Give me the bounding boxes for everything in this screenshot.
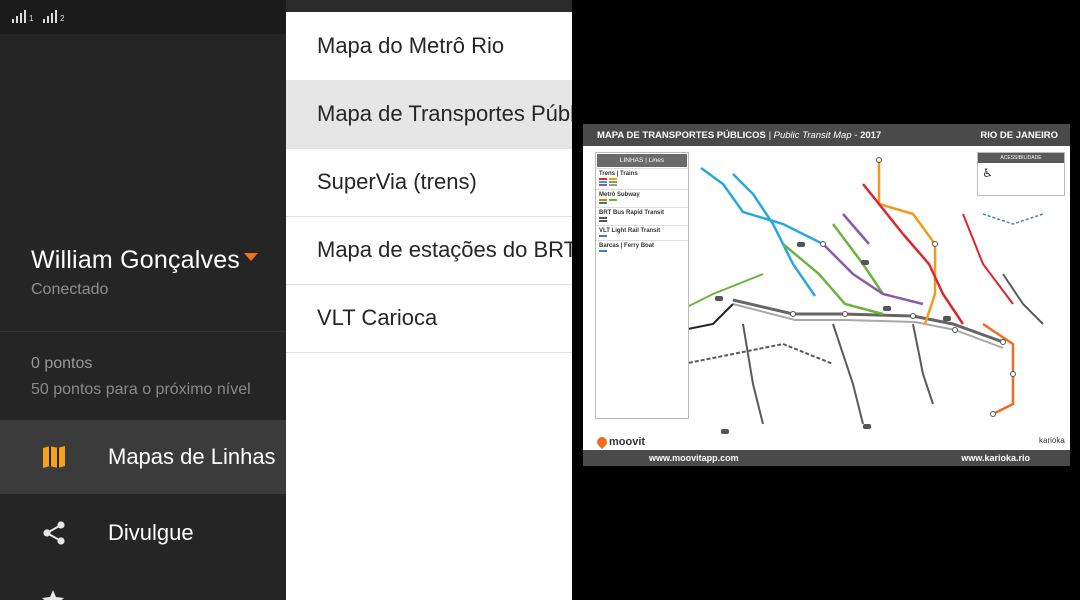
divider <box>0 331 286 332</box>
list-item-label: Mapa de Transportes Públicos <box>317 101 572 126</box>
next-level-hint: 50 pontos para o próximo nível <box>31 381 251 398</box>
legend-brt: BRT Bus Rapid Transit <box>596 207 688 225</box>
account-switcher[interactable]: William Gonçalves <box>31 246 259 275</box>
list-item-vlt-map[interactable]: VLT Carioca <box>286 284 572 353</box>
accessibility-title: ACESSIBILIDADE <box>978 153 1064 163</box>
menu-item-line-maps[interactable]: Mapas de Linhas <box>0 420 286 494</box>
legend-vlt: VLT Light Rail Transit <box>596 225 688 240</box>
legend-trains: Trens | Trains <box>596 168 688 189</box>
top-bar <box>286 0 572 12</box>
list-item-label: VLT Carioca <box>317 305 438 330</box>
list-item-public-transport-map[interactable]: Mapa de Transportes Públicos <box>286 80 572 149</box>
map-viewer: MAPA DE TRANSPORTES PÚBLICOS | Public Tr… <box>572 0 1080 600</box>
star-icon <box>42 590 64 600</box>
legend-title: LINHAS <box>619 157 644 164</box>
list-item-label: Mapa de estações do BRT <box>317 237 572 262</box>
list-item-label: Mapa do Metrô Rio <box>317 33 505 58</box>
karioka-url: www.karioka.rio <box>961 453 1030 463</box>
dropdown-caret-icon[interactable] <box>244 253 259 262</box>
status-bar: 1 2 <box>0 0 286 34</box>
list-item-supervia-map[interactable]: SuperVia (trens) <box>286 148 572 217</box>
map-footer: www.moovitapp.com www.karioka.rio <box>583 450 1070 466</box>
share-icon <box>0 520 108 546</box>
transit-map-image[interactable]: MAPA DE TRANSPORTES PÚBLICOS | Public Tr… <box>583 124 1070 466</box>
sim2-signal-icon: 2 <box>43 10 64 23</box>
menu-item-label: Divulgue <box>108 520 194 545</box>
wheelchair-icon: ♿ <box>982 166 993 180</box>
user-name: William Gonçalves <box>31 246 241 274</box>
sim1-signal-icon: 1 <box>12 10 33 23</box>
navigation-drawer: 1 2 William Gonçalves Conectado 0 pontos… <box>0 0 286 600</box>
map-legend: LINHAS | Lines Trens | Trains Metrô Subw… <box>595 152 689 419</box>
list-item-brt-map[interactable]: Mapa de estações do BRT <box>286 216 572 285</box>
map-list-screen: Mapa do Metrô Rio Mapa de Transportes Pú… <box>286 0 572 600</box>
points-count: 0 pontos <box>31 355 93 372</box>
legend-title-en: | Lines <box>645 157 665 164</box>
menu-item-label: Mapas de Linhas <box>108 444 276 469</box>
legend-ferry: Barcas | Ferry Boat <box>596 240 688 255</box>
list-item-metro-map[interactable]: Mapa do Metrô Rio <box>286 12 572 81</box>
karioka-logo: karioka <box>1039 436 1065 445</box>
menu-item-share[interactable]: Divulgue <box>0 496 286 570</box>
map-icon <box>0 445 108 469</box>
accessibility-box: ACESSIBILIDADE ♿ <box>977 152 1065 196</box>
moovit-url: www.moovitapp.com <box>649 453 739 463</box>
list-item-label: SuperVia (trens) <box>317 169 477 194</box>
moovit-logo: moovit <box>594 434 645 450</box>
legend-subway: Metrô Subway <box>596 189 688 207</box>
connection-status: Conectado <box>31 281 109 298</box>
